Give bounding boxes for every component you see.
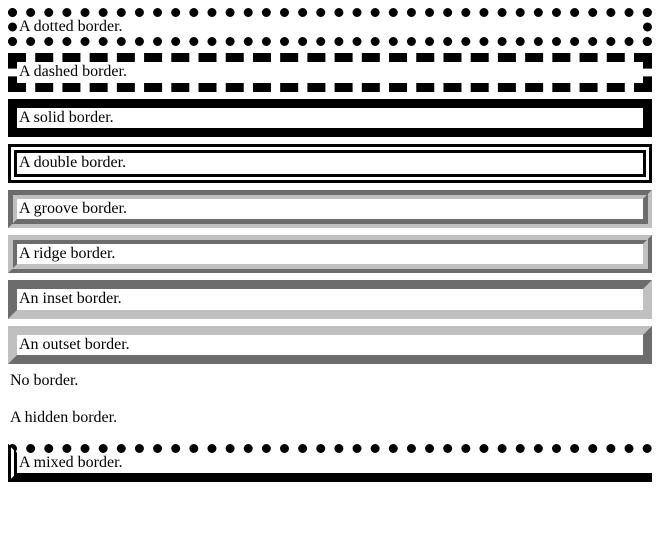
border-demo-dashed-label: A dashed border.: [19, 63, 127, 81]
border-demo-double-label: A double border.: [19, 154, 127, 172]
border-demo-inset-label: An inset border.: [19, 290, 122, 308]
border-demo-groove: A groove border.: [8, 189, 652, 228]
border-demo-none: No border.: [8, 371, 652, 392]
border-demo-dotted: A dotted border.: [8, 8, 652, 47]
border-demo-dotted-label: A dotted border.: [19, 18, 123, 35]
border-demo-groove-label: A groove border.: [19, 199, 127, 217]
border-demo-double: A double border.: [8, 144, 652, 183]
border-demo-ridge: A ridge border.: [8, 234, 652, 274]
border-demo-hidden: A hidden border.: [8, 407, 652, 428]
border-demo-hidden-label: A hidden border.: [10, 408, 118, 426]
border-demo-inset: An inset border.: [8, 280, 652, 319]
border-demo-dashed: A dashed border.: [8, 53, 652, 92]
border-demo-none-label: No border.: [10, 372, 79, 390]
border-demo-solid-label: A solid border.: [19, 108, 114, 126]
border-demo-outset: An outset border.: [8, 325, 652, 365]
border-demo-mixed-label: A mixed border.: [19, 453, 123, 471]
document-body: A dotted border. A dashed border. A soli…: [0, 0, 660, 490]
border-demo-ridge-label: A ridge border.: [19, 244, 116, 262]
border-demo-mixed: A mixed border.: [8, 443, 652, 483]
border-demo-outset-label: An outset border.: [19, 335, 130, 353]
border-demo-solid: A solid border.: [8, 98, 652, 138]
